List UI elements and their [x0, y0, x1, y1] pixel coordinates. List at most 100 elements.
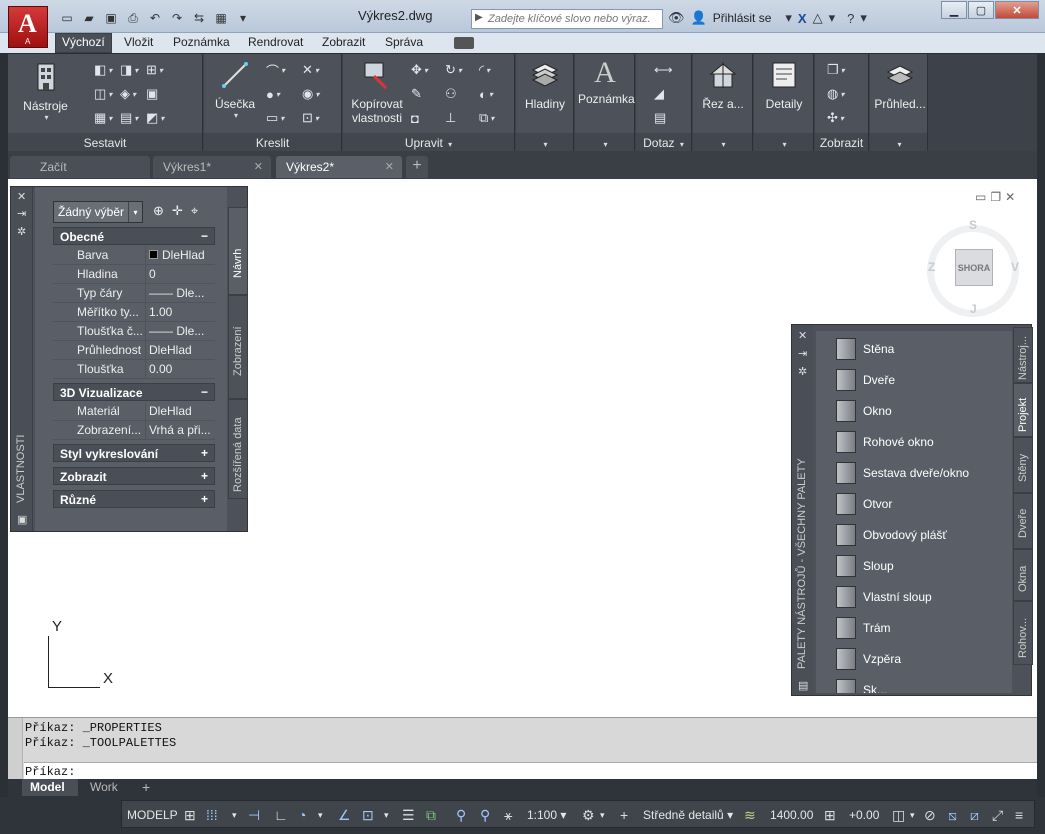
tab-vlozit[interactable]: Vložit: [124, 35, 153, 49]
tool-okno[interactable]: Okno: [836, 395, 892, 426]
doc-tab-zacit[interactable]: Začít: [10, 156, 150, 178]
collapse-icon[interactable]: −: [201, 385, 208, 399]
quick-select-icon[interactable]: ▣: [17, 513, 27, 526]
tool-sk[interactable]: Sk...: [836, 674, 887, 693]
select-objects-icon[interactable]: ✛: [172, 203, 183, 219]
move-icon[interactable]: ✥ ▾: [411, 58, 445, 82]
prop-row[interactable]: Barva DleHlad: [53, 246, 215, 265]
tool-palette-titlebar[interactable]: ✕ ⇥ ✲ PALETY NÁSTROJŮ - VŠECHNY PALETY ▤: [792, 325, 814, 695]
prop-row[interactable]: Průhlednost DleHlad: [53, 341, 215, 360]
rotate-icon[interactable]: ↻ ▾: [445, 58, 479, 82]
hardware-acceleration-icon[interactable]: ⊘: [924, 807, 936, 824]
rectangle-icon[interactable]: ▭ ▾: [266, 106, 302, 130]
viewport-restore-icon[interactable]: ❐: [990, 190, 1001, 204]
poznamka-expand[interactable]: ▾: [575, 133, 634, 152]
fullscreen-icon[interactable]: ⤢: [992, 807, 1003, 824]
grid-icon[interactable]: ⊞: [184, 807, 196, 824]
section-zobrazit[interactable]: Zobrazit +: [53, 467, 215, 485]
palette-autohide-icon[interactable]: ⇥: [17, 207, 26, 220]
roof-tool-icon[interactable]: ◩ ▾: [146, 106, 172, 130]
viewport-minimize-icon[interactable]: ▭: [975, 190, 986, 204]
tool-sloup[interactable]: Sloup: [836, 550, 894, 581]
viewcube-top-face[interactable]: SHORA: [955, 249, 993, 286]
annotation-scale-icon[interactable]: ⚹: [504, 807, 512, 824]
copy-icon[interactable]: ⚇: [445, 82, 479, 106]
close-tab-icon[interactable]: ✕: [385, 160, 394, 173]
isolate-dropdown-icon[interactable]: ▾: [910, 810, 915, 821]
tab-sprava[interactable]: Správa: [385, 35, 423, 49]
new-tab-button[interactable]: +: [406, 156, 428, 178]
door-tool-icon[interactable]: ◫ ▾: [94, 82, 120, 106]
application-menu-button[interactable]: A A: [8, 6, 48, 48]
toggle-pickadd-icon[interactable]: ⊕: [153, 203, 164, 219]
panel-label-sestavit[interactable]: Sestavit: [8, 133, 202, 152]
plus-icon[interactable]: +: [620, 807, 628, 823]
undo-icon[interactable]: ↶: [145, 9, 165, 27]
array-icon[interactable]: ⧉ ▾: [479, 106, 513, 130]
tool-vzpera[interactable]: Vzpěra: [836, 643, 901, 674]
infer-constraints-icon[interactable]: ⊣: [248, 807, 260, 824]
signin-dropdown-icon[interactable]: ▾: [785, 10, 792, 26]
panel-label-zobrazit[interactable]: Zobrazit: [815, 133, 868, 152]
isolate-objects-icon[interactable]: ◫: [892, 807, 905, 824]
palette-autohide-icon[interactable]: ⇥: [798, 347, 807, 360]
prop-row[interactable]: Měřítko ty... 1.00: [53, 303, 215, 322]
elevation-offset-icon[interactable]: ⊞: [824, 807, 836, 824]
panel-label-kreslit[interactable]: Kreslit: [204, 133, 341, 152]
compass-south[interactable]: J: [970, 302, 977, 316]
signin-link[interactable]: Přihlásit se: [713, 11, 772, 25]
print-icon[interactable]: ⎙: [123, 9, 143, 27]
osnap-dropdown-icon[interactable]: ▾: [384, 810, 389, 821]
window-tool-icon[interactable]: ◨ ▾: [120, 58, 146, 82]
search-expand-icon[interactable]: ▶: [475, 12, 483, 23]
palette-tab-nastroje[interactable]: Nástroj...: [1013, 327, 1033, 383]
prop-row[interactable]: Hladina 0: [53, 265, 215, 284]
workspace-icon[interactable]: ▦: [211, 9, 231, 27]
palette-tab-projekt[interactable]: Projekt: [1013, 383, 1033, 437]
panel-label-dotaz[interactable]: Dotaz ▾: [636, 133, 691, 152]
polyline-icon[interactable]: ⌒ ▾: [266, 58, 302, 82]
wall-tool-icon[interactable]: ◧ ▾: [94, 58, 120, 82]
palette-settings-icon[interactable]: ✲: [798, 365, 807, 378]
help-icon[interactable]: ?: [847, 11, 854, 26]
palette-close-icon[interactable]: ✕: [798, 329, 807, 342]
navigate-icon[interactable]: ✣ ▾: [827, 106, 857, 130]
binoculars-icon[interactable]: 👁: [668, 10, 685, 26]
customize-menu-icon[interactable]: ≡: [1015, 807, 1023, 823]
exchange-icon[interactable]: X: [798, 11, 807, 26]
hatch-icon[interactable]: ◉ ▾: [302, 82, 338, 106]
lineweight-icon[interactable]: ☰: [402, 807, 415, 824]
connect-icon[interactable]: △: [813, 10, 823, 26]
annotation-visibility-icon[interactable]: ⚲: [456, 807, 466, 824]
nastroje-button[interactable]: Nástroje ▾: [18, 62, 73, 122]
curtain-wall-icon[interactable]: ▦ ▾: [94, 106, 120, 130]
compass-north[interactable]: S: [969, 218, 977, 232]
layout-tab-work[interactable]: Work: [82, 779, 126, 796]
prop-row[interactable]: Tloušťka 0.00: [53, 360, 215, 379]
measure-icon[interactable]: ⟷: [654, 58, 680, 82]
rez-button[interactable]: Řez a...: [696, 60, 750, 111]
compass-east[interactable]: V: [1011, 260, 1019, 274]
elevation-value[interactable]: 1400.00: [770, 808, 813, 822]
quick-select-filter-icon[interactable]: ⌖: [191, 203, 198, 219]
minimize-icon[interactable]: ▁: [941, 1, 967, 19]
detail-level-dropdown[interactable]: Středně detailů ▾: [643, 808, 733, 822]
calculator-icon[interactable]: ▤: [654, 106, 680, 130]
pruhled-button[interactable]: Průhled...: [872, 60, 928, 111]
section-ruzne[interactable]: Různé +: [53, 490, 215, 508]
side-tab-rozsirena-data[interactable]: Rozšířená data: [228, 399, 248, 499]
tool-stena[interactable]: Stěna: [836, 333, 894, 364]
layout-tab-model[interactable]: Model: [22, 779, 78, 796]
open-folder-icon[interactable]: ▰: [79, 9, 99, 27]
section-obecne[interactable]: Obecné −: [53, 227, 215, 245]
qat-dropdown-icon[interactable]: ▾: [233, 9, 253, 27]
stair-tool-icon[interactable]: ◈ ▾: [120, 82, 146, 106]
share-icon[interactable]: ⇆: [189, 9, 209, 27]
section-styl-vykreslovani[interactable]: Styl vykreslování +: [53, 444, 215, 462]
hladiny-expand[interactable]: ▾: [516, 133, 573, 152]
circle-icon[interactable]: ● ▾: [266, 82, 302, 106]
viewport-close-icon[interactable]: ✕: [1005, 190, 1015, 204]
palette-tab-okna[interactable]: Okna: [1013, 549, 1033, 601]
search-input[interactable]: ▶ Zadejte klíčové slovo nebo výraz.: [471, 9, 663, 29]
grid-tool-icon[interactable]: ⊞ ▾: [146, 58, 172, 82]
